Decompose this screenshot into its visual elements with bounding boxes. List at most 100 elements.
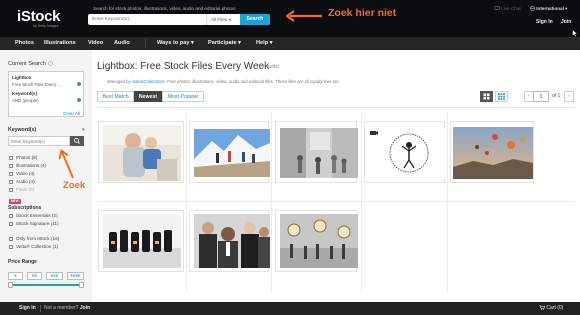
keyword-search xyxy=(8,136,84,146)
next-page-button[interactable]: › xyxy=(564,91,574,102)
photo-father-child xyxy=(103,125,181,181)
filter-video[interactable]: Video (4) xyxy=(9,171,35,178)
search-icon xyxy=(74,137,80,144)
keyword-search-button[interactable] xyxy=(70,136,84,146)
nav-ways-to-pay[interactable]: Ways to pay ▾ xyxy=(157,37,194,50)
filter-only-from-istock[interactable]: Only from iStock (16) xyxy=(9,236,59,243)
grid-line xyxy=(271,112,272,292)
live-chat-label: Live Chat xyxy=(501,6,521,11)
nav-illustrations[interactable]: Illustrations xyxy=(44,37,76,50)
chevron-down-icon: ▾ xyxy=(191,40,194,46)
nav-divider xyxy=(145,39,146,48)
info-icon[interactable] xyxy=(47,61,53,66)
filter-istock-signature[interactable]: iStock Signature (11) xyxy=(9,221,59,228)
filter-label: iStock Essentials xyxy=(16,213,51,218)
nav-audio[interactable]: Audio xyxy=(114,37,130,50)
photo-robot-figurines xyxy=(103,214,181,268)
price-button[interactable]: €€€ xyxy=(46,272,63,280)
price-button[interactable]: € xyxy=(8,272,23,280)
price-button[interactable]: €€ xyxy=(27,272,42,280)
filter-vetta-collection[interactable]: Vetta® Collection (1) xyxy=(9,244,58,251)
istock-logo[interactable]: iStock xyxy=(17,9,61,24)
checkbox[interactable] xyxy=(9,236,13,241)
current-keyword-label: Keyword(s) xyxy=(12,91,38,96)
cart-icon xyxy=(539,305,545,311)
managed-by-link[interactable]: iStockCollections xyxy=(132,79,165,84)
thumb-pencil-sketch-video[interactable] xyxy=(364,121,445,183)
filter-count: (2) xyxy=(52,213,58,218)
search-scope-dropdown[interactable]: All Files ▾ xyxy=(206,14,240,25)
subscriptions-heading: Subscriptions xyxy=(8,205,42,211)
checkbox[interactable] xyxy=(9,213,13,218)
nav-participate[interactable]: Participate ▾ xyxy=(208,37,241,50)
checkbox[interactable] xyxy=(9,179,13,184)
annotation-arrow-icon xyxy=(58,149,74,179)
compact-view-button[interactable] xyxy=(495,91,508,102)
remove-filter-icon[interactable] xyxy=(77,98,81,102)
international-selector[interactable]: International ▾ xyxy=(530,6,567,12)
chevron-left-icon: ‹ xyxy=(528,93,530,99)
checkbox[interactable] xyxy=(9,155,13,160)
filter-label: Flash xyxy=(16,187,28,192)
join-link[interactable]: Join xyxy=(561,19,571,25)
remove-filter-icon[interactable] xyxy=(77,82,81,86)
thumb-business-people[interactable] xyxy=(189,210,270,272)
price-button[interactable]: €€€€ xyxy=(67,272,84,280)
sort-most-popular[interactable]: Most Popular xyxy=(162,91,204,102)
sort-best-match[interactable]: Best Match xyxy=(97,91,134,102)
thumb-mountain-hikers[interactable] xyxy=(189,121,270,183)
search-hint: Search for stock photos, illustrations, … xyxy=(93,6,236,11)
cart-button[interactable]: Cart (0) xyxy=(539,302,563,315)
price-slider-max-handle[interactable] xyxy=(79,282,84,288)
main-nav: Photos Illustrations Video Audio Ways to… xyxy=(0,37,580,50)
top-search-input[interactable] xyxy=(92,14,202,25)
checkbox[interactable] xyxy=(9,221,13,226)
lightbox-title: Lightbox: Free Stock Files Every Week xyxy=(97,61,270,72)
filter-count: (8) xyxy=(31,155,38,160)
page-number-input[interactable] xyxy=(533,91,549,102)
nav-video[interactable]: Video xyxy=(88,37,103,50)
price-slider-track[interactable] xyxy=(10,284,82,286)
annotation-arrow-icon xyxy=(285,10,322,22)
thumb-clock-commuters[interactable] xyxy=(275,210,358,272)
managed-prefix: Managed by xyxy=(107,79,132,84)
filter-illustrations[interactable]: Illustrations (4) xyxy=(9,163,46,170)
thumb-hot-air-balloons[interactable] xyxy=(450,121,534,183)
footer-divider xyxy=(40,305,41,312)
keyword-input[interactable] xyxy=(8,136,70,146)
checkbox[interactable] xyxy=(9,171,13,176)
photo-hot-air-balloons xyxy=(453,127,533,179)
live-chat-link[interactable]: Live Chat xyxy=(494,6,521,11)
filter-label: Video xyxy=(16,171,28,176)
filter-count: (16) xyxy=(50,236,60,241)
filter-label: Illustrations xyxy=(16,163,40,168)
sort-newest[interactable]: Newest xyxy=(134,91,162,102)
collapse-icon[interactable]: ▾ xyxy=(82,127,85,133)
photo-business-people xyxy=(194,214,270,268)
footer-join-link[interactable]: Join xyxy=(80,305,90,311)
checkbox[interactable] xyxy=(9,163,13,168)
price-slider-min-handle[interactable] xyxy=(8,282,13,288)
filter-audio[interactable]: Audio (4) xyxy=(9,179,35,186)
current-keyword-value: AND (people) xyxy=(12,98,39,103)
checkbox xyxy=(9,187,13,192)
nav-help[interactable]: Help ▾ xyxy=(256,37,273,50)
grid-small-icon xyxy=(498,93,505,100)
thumb-street-crowd[interactable] xyxy=(275,121,358,183)
checkbox[interactable] xyxy=(9,244,13,249)
thumb-father-child[interactable] xyxy=(98,121,184,183)
sign-in-link[interactable]: Sign In xyxy=(536,19,553,25)
clear-all-link[interactable]: Clear All xyxy=(63,111,80,116)
nav-participate-label: Participate xyxy=(208,40,237,46)
filter-istock-essentials[interactable]: iStock Essentials (2) xyxy=(9,213,58,220)
filter-photos[interactable]: Photos (8) xyxy=(9,155,37,162)
nav-photos[interactable]: Photos xyxy=(15,37,34,50)
managed-by-text: Managed by iStockCollections. Free photo… xyxy=(107,79,340,84)
not-member-label: Not a member? xyxy=(44,305,79,311)
new-badge: NEW xyxy=(9,199,21,204)
filter-count: (4) xyxy=(29,179,35,184)
footer-sign-in-link[interactable]: Sign In xyxy=(19,302,36,315)
grid-view-button[interactable] xyxy=(480,91,493,102)
search-button[interactable]: Search xyxy=(240,14,270,25)
thumb-robot-figurines[interactable] xyxy=(98,210,184,272)
